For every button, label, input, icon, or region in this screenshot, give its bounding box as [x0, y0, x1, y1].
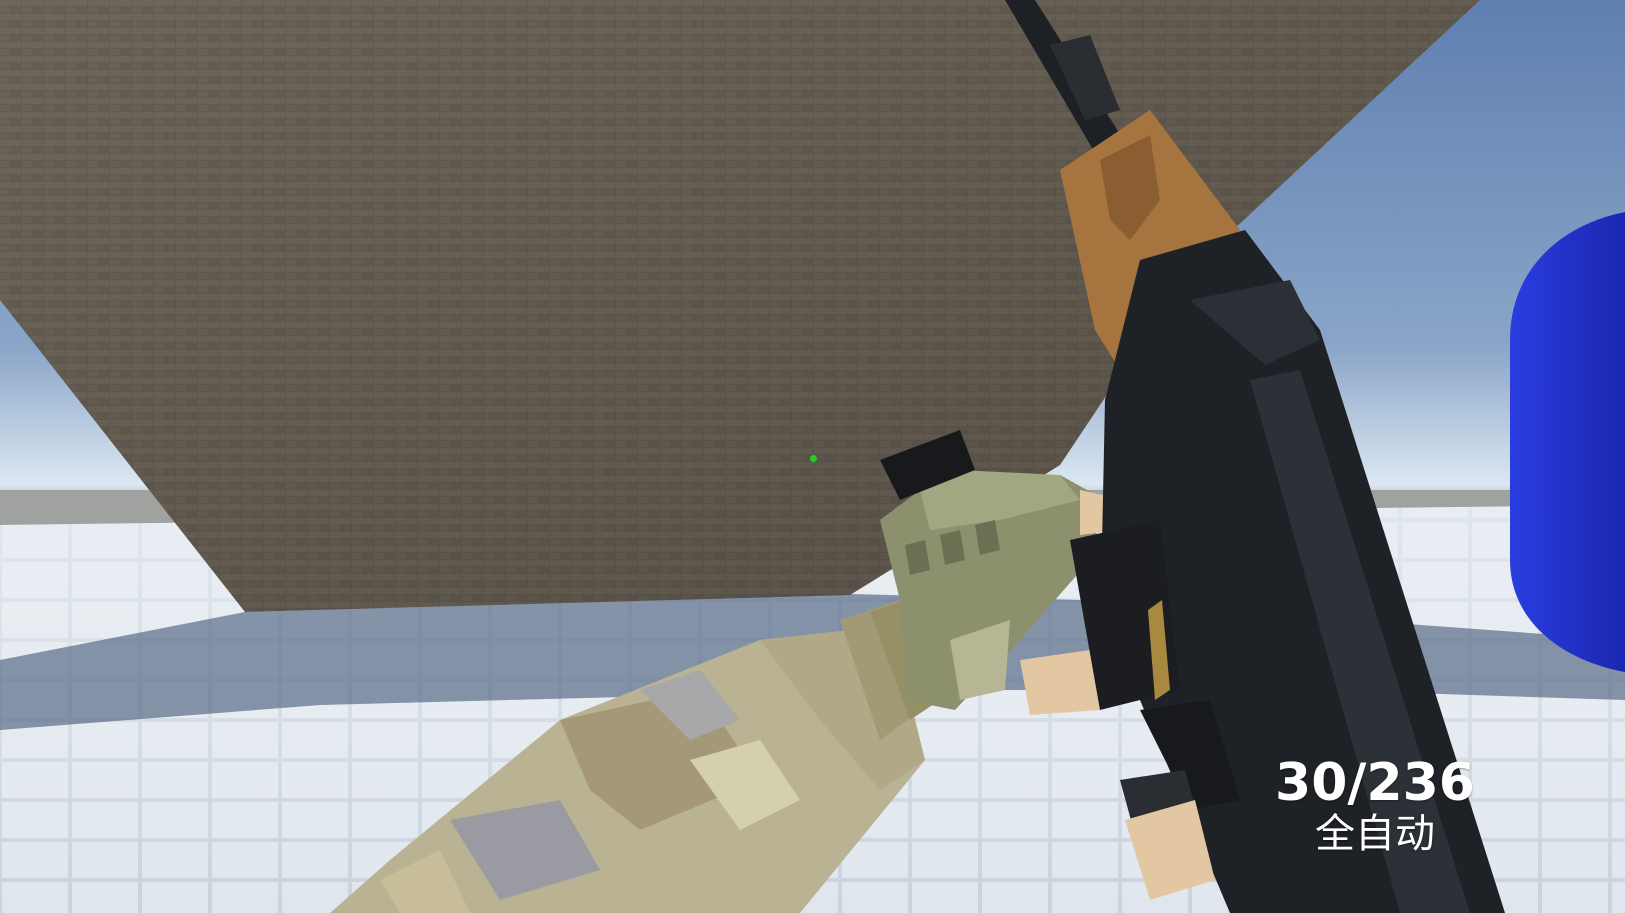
game-viewport[interactable]: 30/236 全自动 [0, 0, 1625, 913]
hud-ammo-panel: 30/236 全自动 [1275, 755, 1475, 857]
blue-capsule-target [1510, 212, 1625, 672]
ammo-counter: 30/236 [1275, 753, 1475, 813]
crosshair-dot-icon [810, 455, 817, 462]
fire-mode-label: 全自动 [1315, 811, 1435, 857]
